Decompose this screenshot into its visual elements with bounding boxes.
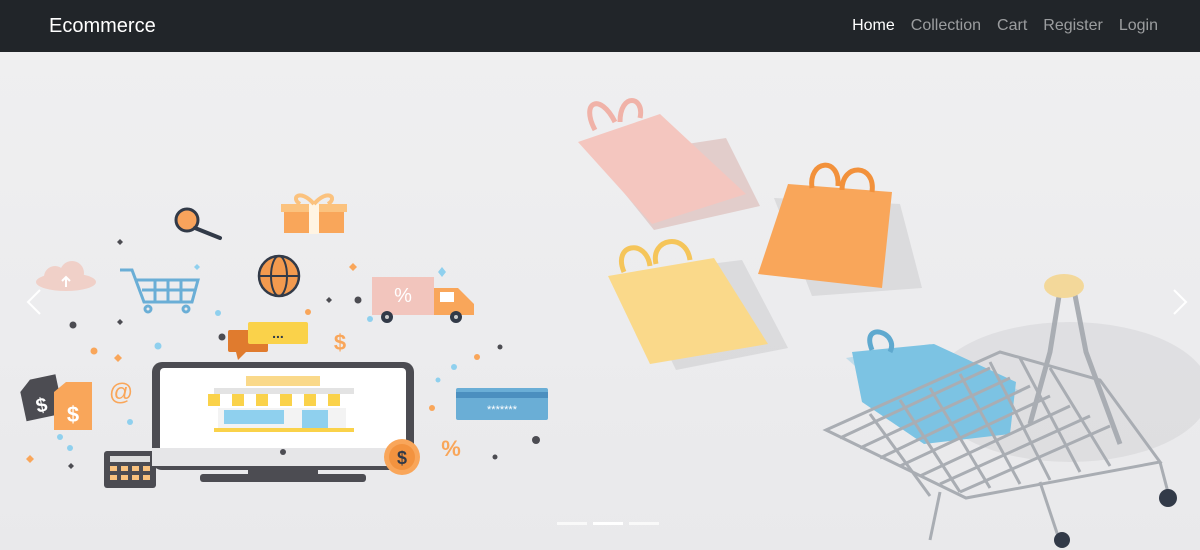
carousel-indicator-1[interactable]	[557, 522, 587, 525]
pink-shopping-bag	[578, 98, 760, 230]
price-tag-icon: $ $	[20, 374, 92, 430]
top-navbar: Ecommerce Home Collection Cart Register …	[0, 0, 1200, 52]
carousel-indicator-3[interactable]	[629, 522, 659, 525]
cart-icon	[120, 268, 200, 314]
hero-carousel: % ... $ $ $ @ $ % *******	[0, 52, 1200, 550]
carousel-next-button[interactable]	[1168, 282, 1192, 322]
magnifier-icon	[174, 207, 222, 240]
coin-icon: $	[384, 439, 420, 475]
nav-links: Home Collection Cart Register Login	[852, 17, 1158, 35]
carousel-indicator-2[interactable]	[593, 522, 623, 525]
coin-dollar-text: $	[397, 448, 407, 468]
chat-bubble-icon: ...	[228, 322, 308, 360]
carousel-prev-button[interactable]	[22, 282, 46, 322]
chevron-left-icon	[26, 289, 41, 315]
orange-shopping-bag	[758, 162, 922, 296]
shopping-cart-photo	[822, 274, 1200, 548]
dollar-symbol: $	[334, 330, 346, 355]
carousel-indicators	[557, 522, 659, 525]
shopping-bags-photo	[578, 98, 1200, 548]
nav-link-home[interactable]: Home	[852, 17, 895, 34]
tag-dollar-text-2: $	[67, 402, 79, 427]
delivery-truck-icon: %	[372, 277, 474, 323]
globe-icon	[257, 254, 301, 298]
card-mask-text: *******	[487, 404, 518, 416]
nav-link-cart[interactable]: Cart	[997, 17, 1027, 34]
yellow-shopping-bag	[608, 239, 788, 370]
carousel-slide-image: % ... $ $ $ @ $ % *******	[20, 98, 1200, 548]
at-symbol: @	[109, 379, 133, 406]
credit-card-icon: *******	[456, 388, 548, 420]
calculator-icon	[104, 451, 156, 488]
chevron-right-icon	[1173, 289, 1188, 315]
nav-link-collection[interactable]: Collection	[911, 17, 981, 34]
truck-percent-text: %	[394, 285, 412, 307]
brand-link[interactable]: Ecommerce	[49, 15, 156, 38]
chat-dots-text: ...	[272, 325, 284, 341]
monitor-storefront-icon	[152, 362, 414, 482]
nav-link-login[interactable]: Login	[1119, 17, 1158, 34]
percent-symbol: %	[441, 436, 461, 461]
gift-icon	[281, 193, 347, 234]
ecommerce-illustration: % ... $ $ $ @ $ % *******	[20, 193, 548, 488]
nav-link-register[interactable]: Register	[1043, 17, 1103, 34]
